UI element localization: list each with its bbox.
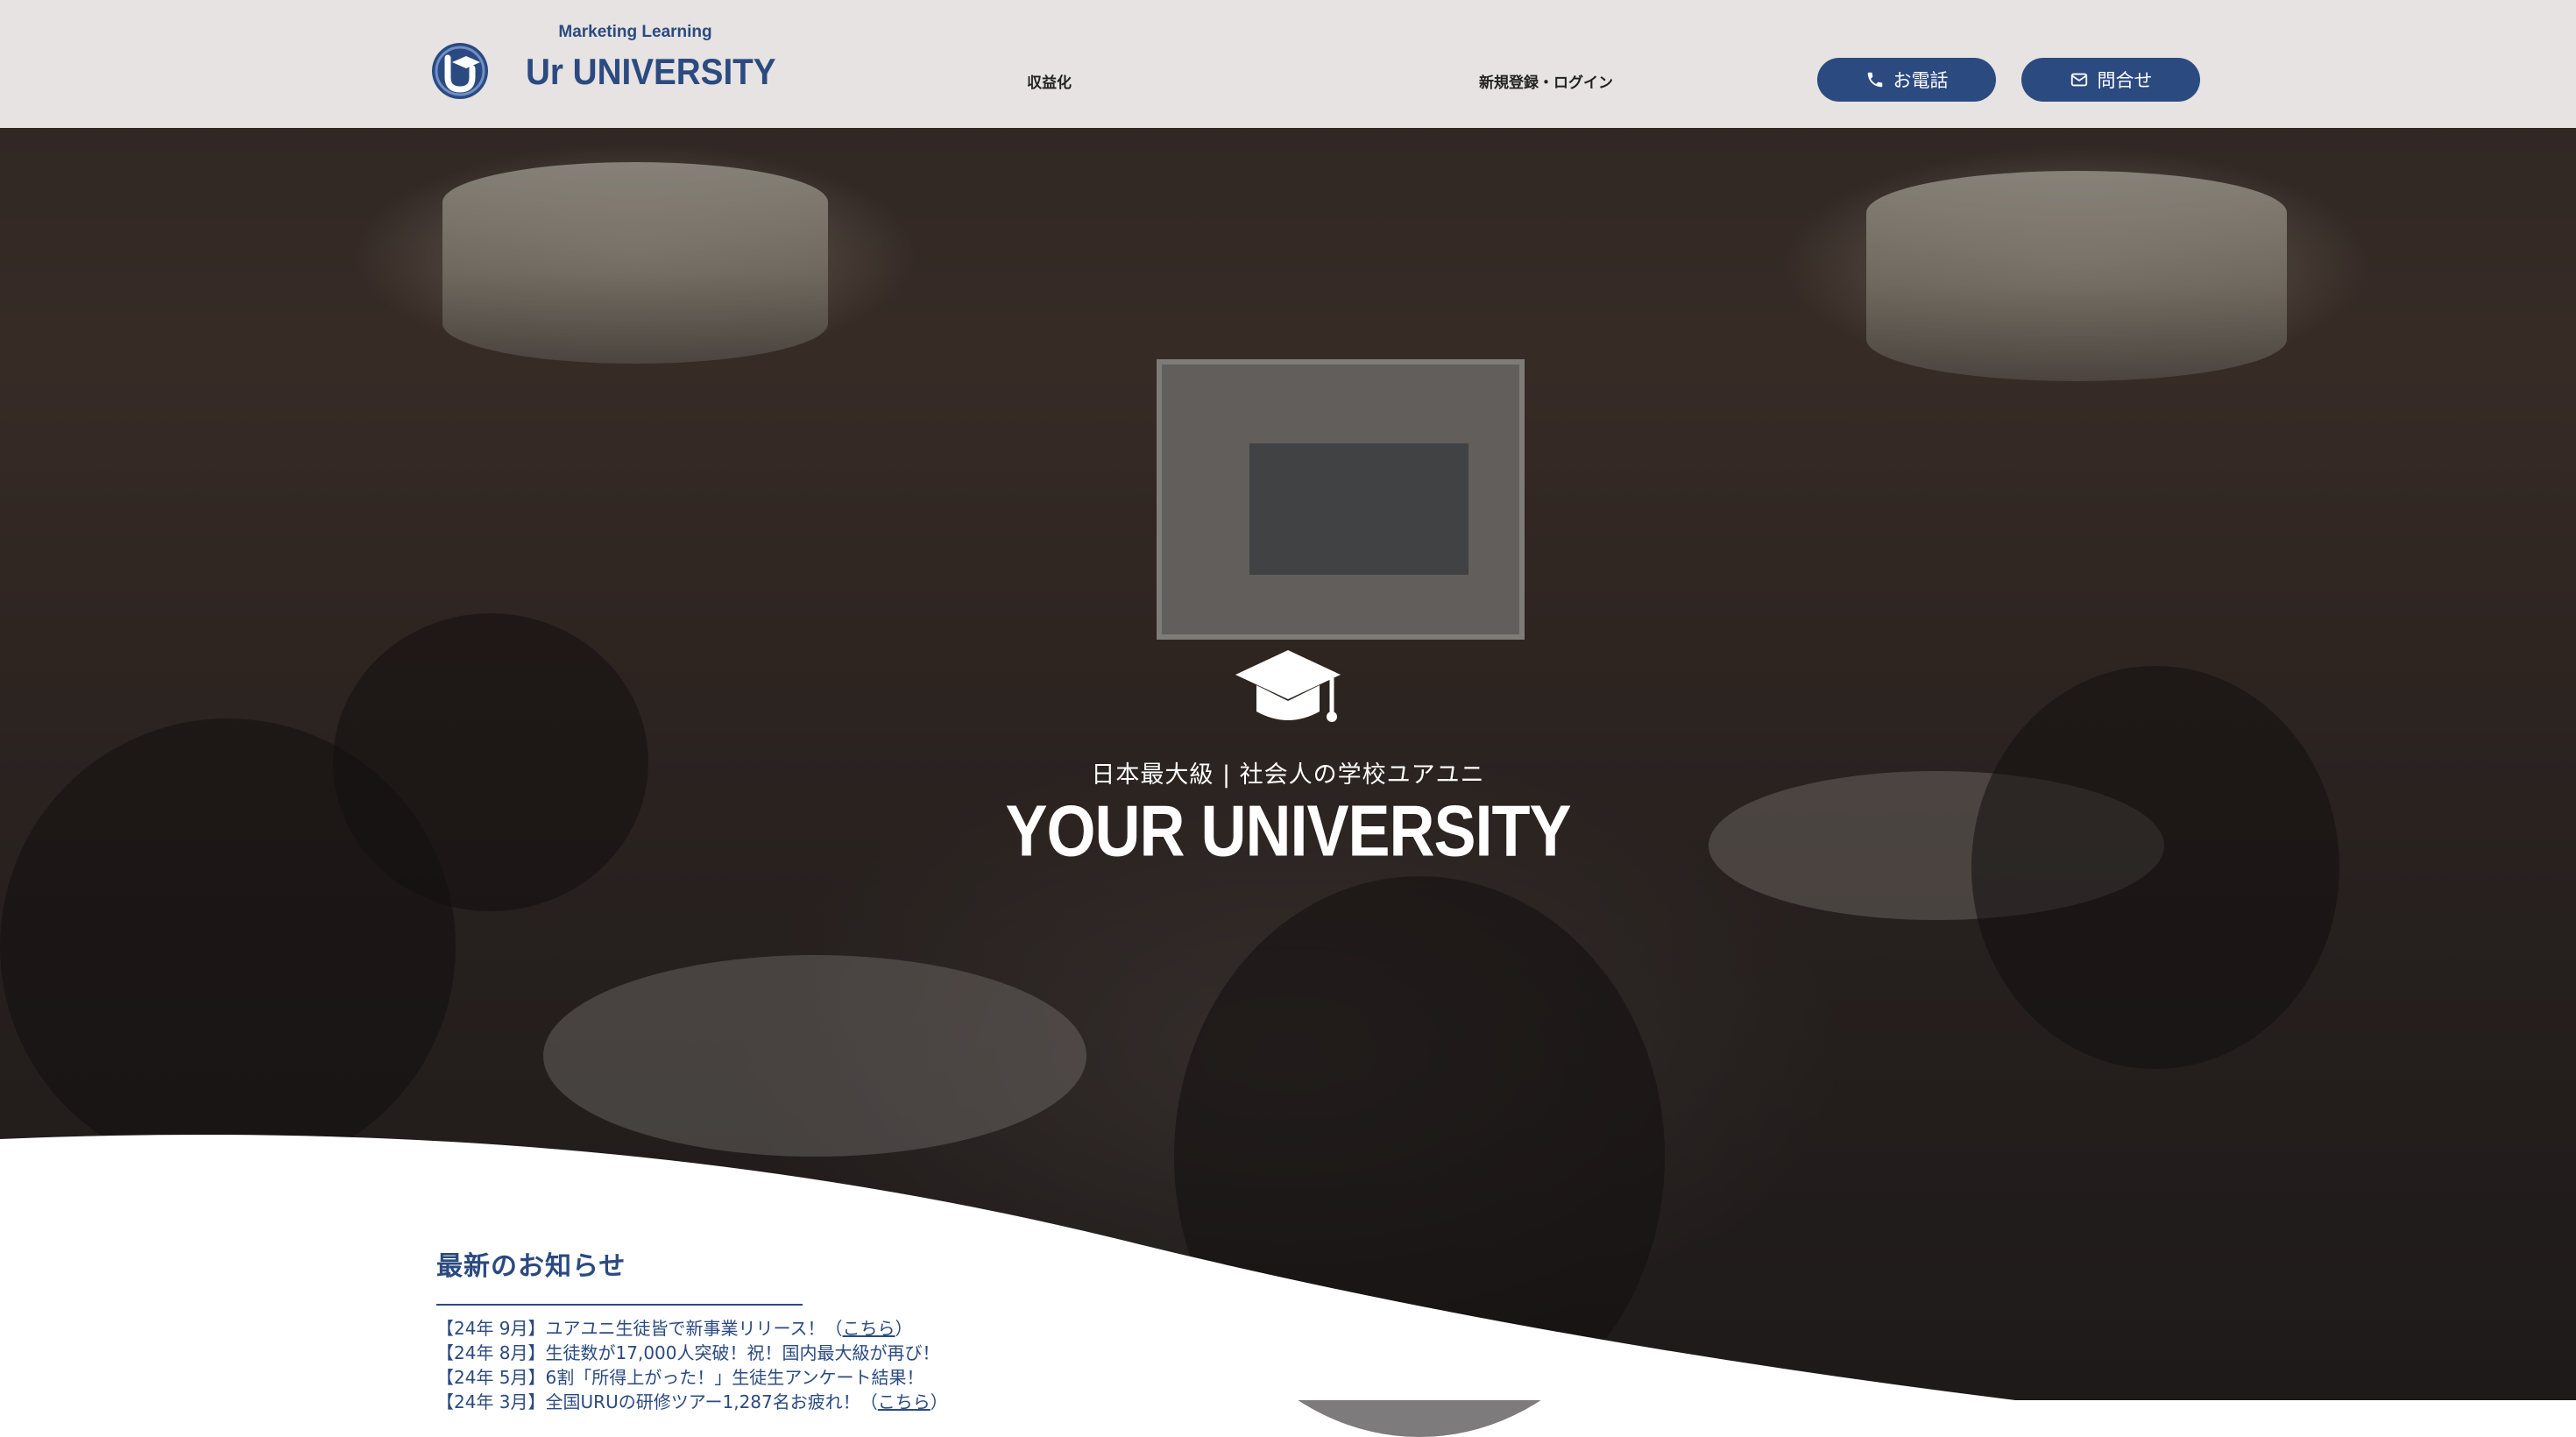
hero-title: YOUR UNIVERSITY (1005, 791, 1571, 872)
news-item: 【24年 9月】ユアユニ生徒皆で新事業リリース！（こちら） (436, 1318, 913, 1339)
logo-subtitle: Marketing Learning (558, 23, 712, 41)
mail-icon (2070, 73, 2087, 87)
nav-register-login-link[interactable]: 新規登録・ログイン (1479, 70, 1613, 92)
phone-button[interactable]: お電話 (1817, 58, 1996, 102)
news-item: 【24年 3月】全国URUの研修ツアー1,287名お疲れ！（こちら） (436, 1391, 948, 1412)
phone-button-label: お電話 (1893, 71, 1949, 91)
news-link[interactable]: こちら (843, 1318, 895, 1339)
contact-button[interactable]: 問合せ (2021, 58, 2200, 102)
news-section: 最新のお知らせ 【24年 9月】ユアユニ生徒皆で新事業リリース！（こちら） 【2… (436, 1244, 1400, 1414)
phone-icon (1867, 72, 1882, 88)
graduation-cap-icon (1235, 650, 1341, 722)
contact-button-label: 問合せ (2097, 71, 2153, 91)
site-header: Marketing Learning Ur UNIVERSITY 収益化 新規登… (0, 0, 2576, 128)
nav-monetize-link[interactable]: 収益化 (1027, 70, 1072, 92)
ur-logo-icon[interactable] (431, 42, 489, 100)
news-title: 最新のお知らせ (436, 1251, 626, 1282)
news-link[interactable]: こちら (878, 1391, 931, 1412)
logo-title[interactable]: Ur UNIVERSITY (526, 51, 776, 93)
news-item: 【24年 8月】生徒数が17,000人突破！祝！国内最大級が再び！ (436, 1342, 940, 1363)
news-divider (436, 1304, 803, 1306)
hero-tagline: 日本最大級 | 社会人の学校ユアユニ (1091, 761, 1485, 789)
news-item: 【24年 5月】6割「所得上がった！」生徒生アンケート結果！ (436, 1367, 924, 1388)
